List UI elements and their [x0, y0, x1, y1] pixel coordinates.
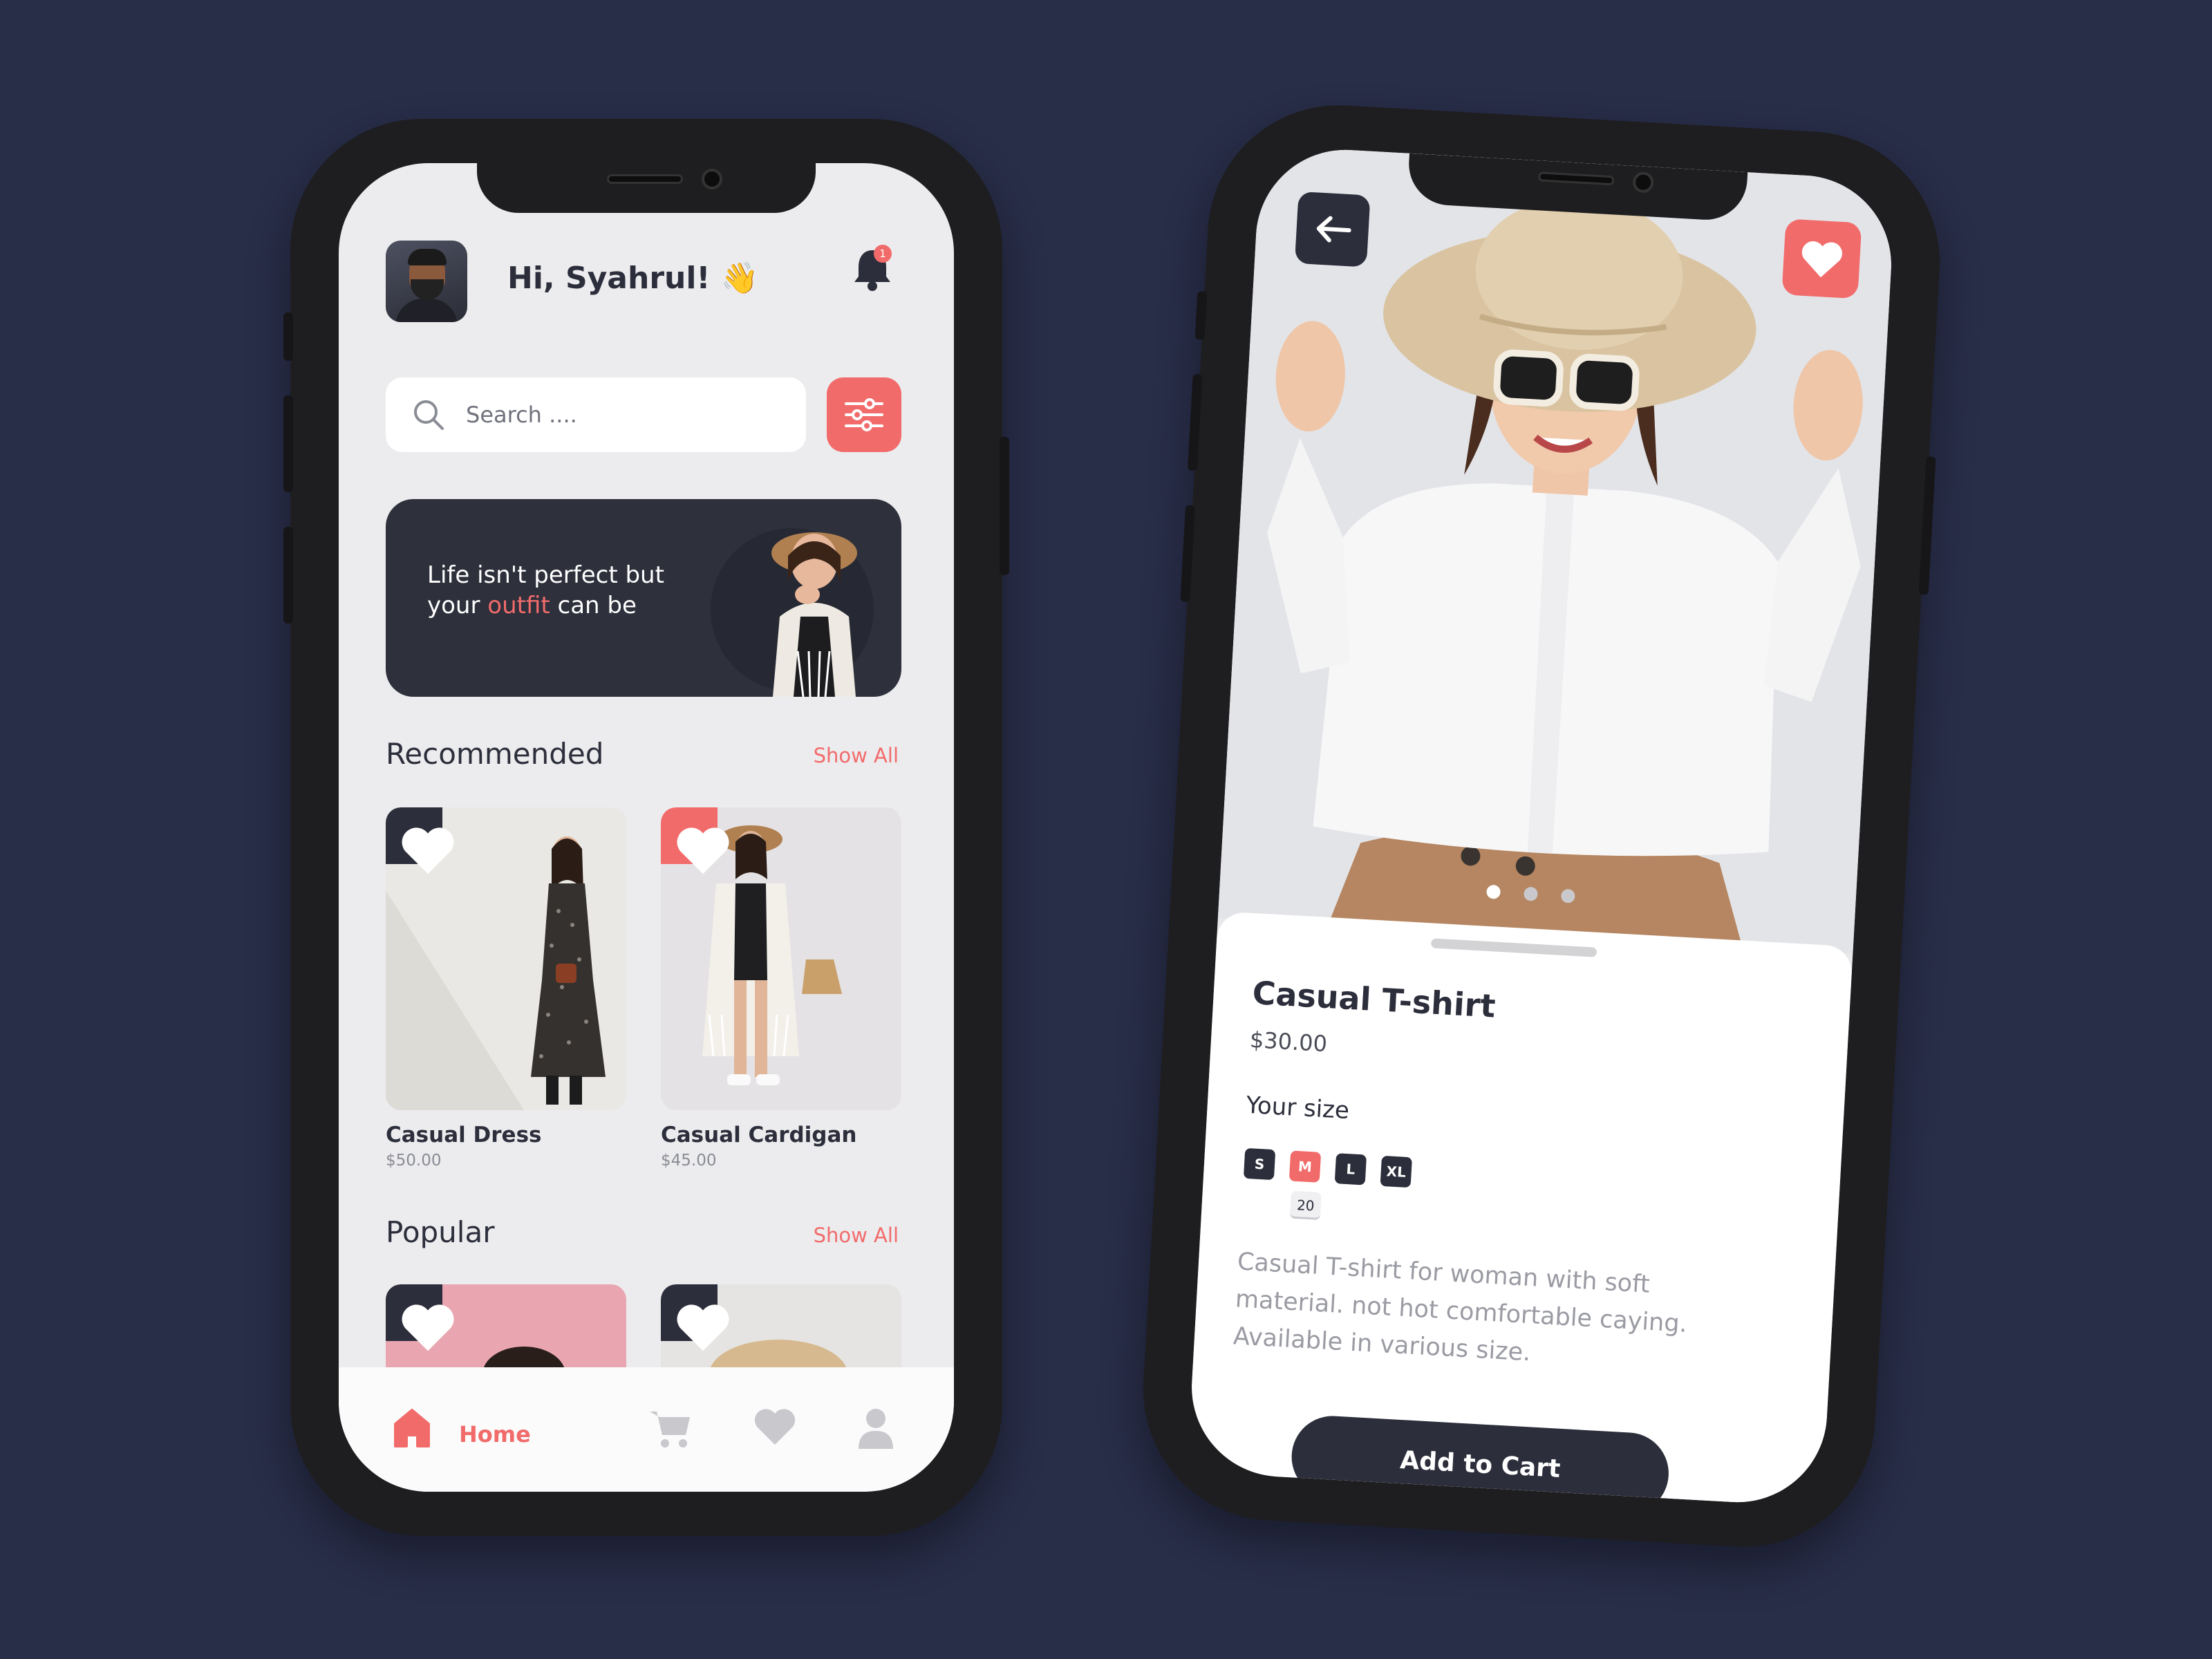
- greeting: Hi, Syahrul! 👋: [507, 261, 759, 296]
- front-camera: [702, 169, 722, 189]
- banner-accent: outfit: [487, 592, 550, 619]
- favorite-button[interactable]: [661, 807, 729, 874]
- product-title: Casual T-shirt: [1251, 974, 1497, 1025]
- volume-down-button: [1180, 505, 1196, 603]
- power-button: [1918, 456, 1936, 595]
- heart-icon: [402, 827, 454, 874]
- stock-count-tooltip: 20: [1289, 1190, 1322, 1221]
- size-option-s[interactable]: S: [1243, 1147, 1276, 1181]
- phone-detail: Casual T-shirt $30.00 Your size S M L XL…: [1136, 98, 1947, 1554]
- arrow-left-icon: [1316, 216, 1351, 243]
- tab-home-label[interactable]: Home: [459, 1421, 531, 1447]
- home-screen: Hi, Syahrul! 👋 1 Search .... Life isn't …: [339, 163, 954, 1492]
- tab-profile[interactable]: [857, 1407, 894, 1452]
- recommended-show-all-link[interactable]: Show All: [814, 744, 899, 767]
- search-icon: [414, 400, 444, 430]
- product-name: Casual Dress: [386, 1123, 542, 1147]
- power-button: [1000, 437, 1009, 575]
- tab-cart[interactable]: [648, 1407, 691, 1452]
- filter-button[interactable]: [827, 377, 901, 452]
- favorite-button[interactable]: [661, 1284, 729, 1351]
- product-description: Casual T-shirt for woman with soft mater…: [1232, 1248, 1688, 1367]
- size-option-l[interactable]: L: [1334, 1153, 1367, 1185]
- speaker: [607, 174, 683, 184]
- detail-screen: Casual T-shirt $30.00 Your size S M L XL…: [1187, 144, 1896, 1508]
- tab-favorites[interactable]: [753, 1407, 796, 1449]
- profile-icon: [859, 1409, 893, 1449]
- heart-icon: [1801, 241, 1842, 278]
- add-to-cart-button[interactable]: Add to Cart: [1289, 1414, 1671, 1508]
- sliders-icon: [845, 398, 883, 431]
- notch: [477, 163, 816, 213]
- volume-down-button: [283, 527, 293, 624]
- size-option-xl[interactable]: XL: [1380, 1155, 1412, 1188]
- search-input[interactable]: [466, 377, 784, 452]
- product-price: $50.00: [386, 1152, 442, 1170]
- heart-icon: [677, 827, 729, 874]
- heart-icon: [754, 1409, 796, 1445]
- product-price: $30.00: [1249, 1026, 1328, 1058]
- recommended-title: Recommended: [386, 737, 604, 771]
- heart-icon: [677, 1304, 729, 1351]
- search-bar[interactable]: [386, 377, 806, 452]
- product-card-image[interactable]: [386, 807, 626, 1110]
- front-camera: [1632, 171, 1655, 194]
- product-price: $45.00: [661, 1152, 717, 1170]
- size-option-m[interactable]: M: [1288, 1150, 1322, 1183]
- product-detail-sheet: Casual T-shirt $30.00 Your size S M L XL…: [1187, 911, 1853, 1508]
- phone-home: Hi, Syahrul! 👋 1 Search .... Life isn't …: [283, 119, 1009, 1536]
- mute-switch: [283, 312, 293, 361]
- carousel-dot[interactable]: [1560, 888, 1575, 903]
- banner-model-image: [771, 532, 857, 697]
- cart-icon: [650, 1412, 690, 1447]
- carousel-dot[interactable]: [1523, 886, 1539, 901]
- favorite-button[interactable]: [386, 807, 454, 874]
- mute-switch: [1194, 291, 1208, 340]
- home-icon: [394, 1409, 430, 1447]
- tab-home[interactable]: [393, 1407, 431, 1452]
- volume-up-button: [283, 395, 293, 492]
- sheet-handle[interactable]: [1430, 938, 1597, 957]
- speaker: [1538, 171, 1615, 186]
- favorite-button[interactable]: [386, 1284, 454, 1351]
- bottom-tab-bar: Home: [339, 1367, 954, 1492]
- notification-bell-icon[interactable]: 1: [850, 245, 894, 293]
- popular-show-all-link[interactable]: Show All: [814, 1224, 899, 1247]
- popular-title: Popular: [386, 1215, 495, 1249]
- avatar[interactable]: [386, 241, 467, 322]
- product-card-image[interactable]: [661, 807, 901, 1110]
- heart-icon: [402, 1304, 454, 1351]
- carousel-dot[interactable]: [1486, 884, 1501, 899]
- favorite-button[interactable]: [1781, 218, 1862, 299]
- product-name: Casual Cardigan: [661, 1123, 857, 1147]
- back-button[interactable]: [1294, 191, 1371, 268]
- size-label: Your size: [1245, 1091, 1351, 1125]
- volume-up-button: [1187, 373, 1203, 471]
- banner-text: Life isn't perfect but your outfit can b…: [427, 561, 664, 619]
- promo-banner[interactable]: Life isn't perfect but your outfit can b…: [386, 499, 901, 697]
- notification-badge: 1: [874, 245, 892, 263]
